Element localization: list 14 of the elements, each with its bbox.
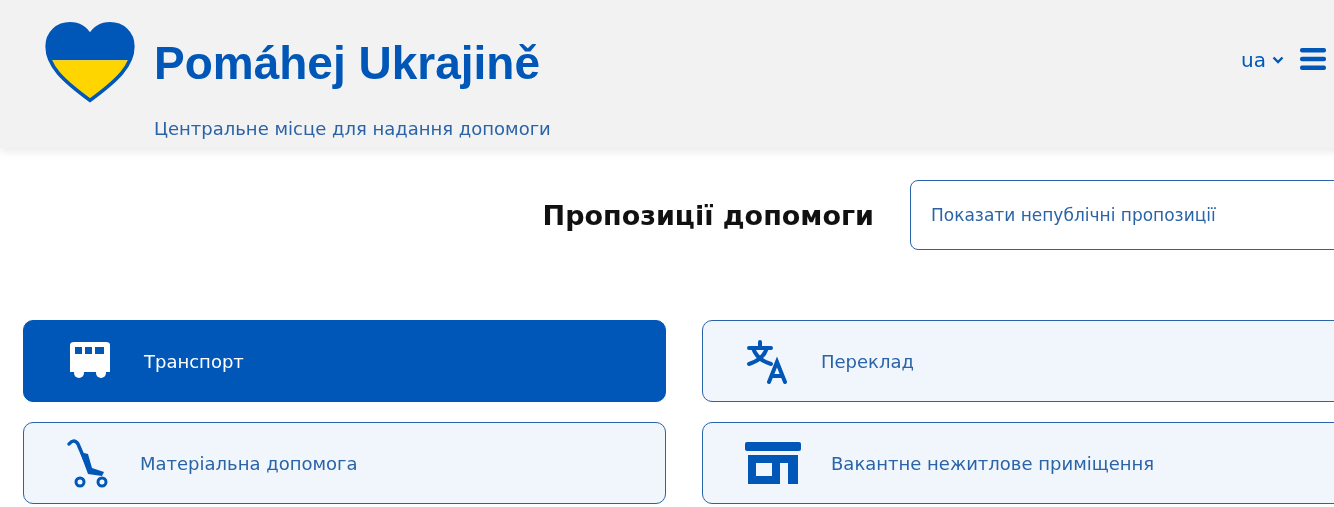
site-tagline: Центральне місце для надання допомоги: [154, 118, 551, 139]
storefront-icon: [745, 442, 801, 484]
site-logo-link[interactable]: Pomáhej Ukrajině: [154, 36, 541, 90]
category-button[interactable]: Транспорт: [23, 320, 666, 402]
language-selector[interactable]: ua: [1241, 48, 1284, 72]
stroller-icon: [66, 438, 110, 488]
show-nonpublic-button[interactable]: Показати непублічні пропозиції: [910, 180, 1334, 250]
chevron-down-icon: [1272, 56, 1284, 64]
menu-icon[interactable]: [1300, 48, 1326, 70]
category-button[interactable]: Вакантне нежитлове приміщення: [702, 422, 1334, 504]
category-button[interactable]: Переклад: [702, 320, 1334, 402]
category-button[interactable]: Матеріальна допомога: [23, 422, 666, 504]
page-title: Пропозиції допомоги: [542, 199, 874, 231]
heart-logo-icon: [44, 22, 136, 104]
